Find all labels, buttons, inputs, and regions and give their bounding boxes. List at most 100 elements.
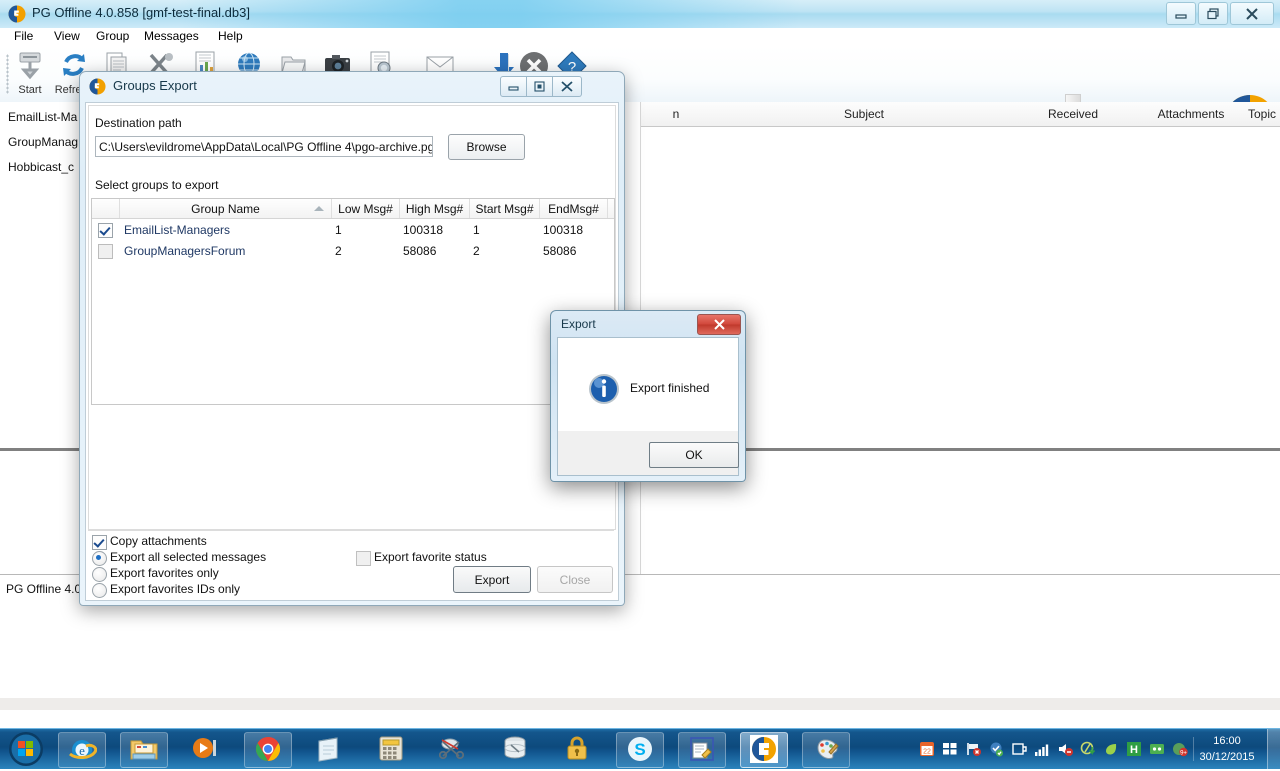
- groups-grid-header: Group Name Low Msg# High Msg# Start Msg#…: [92, 199, 614, 219]
- groups-export-window-controls: [500, 76, 582, 97]
- export-button[interactable]: Export: [453, 566, 531, 593]
- pg-offline-logo-icon: [89, 78, 106, 95]
- folder-explorer-icon: [129, 735, 159, 766]
- device-icon[interactable]: [1011, 741, 1027, 757]
- taskbar-item-calculator[interactable]: [368, 732, 414, 766]
- shield-leaf-icon[interactable]: [1103, 741, 1119, 757]
- clock-date: 30/12/2015: [1199, 751, 1255, 763]
- copy-attachments-label: Copy attachments: [110, 534, 207, 548]
- table-row[interactable]: EmailList-Managers 1 100318 1 100318: [92, 220, 614, 241]
- list-item[interactable]: Hobbicast_c: [8, 160, 74, 174]
- main-window-controls: [1166, 2, 1274, 25]
- export-all-selected-radio[interactable]: [92, 551, 107, 566]
- copy-attachments-checkbox[interactable]: [92, 535, 107, 550]
- grid-column-low-msg[interactable]: Low Msg#: [332, 199, 400, 218]
- menu-item-help[interactable]: Help: [212, 28, 249, 44]
- letter-h-icon[interactable]: H: [1126, 741, 1142, 757]
- flag-error-icon[interactable]: [965, 741, 981, 757]
- grid-column-group-name[interactable]: Group Name: [120, 199, 332, 218]
- menu-item-file[interactable]: File: [8, 28, 39, 44]
- taskbar-item-snipping-tool[interactable]: [430, 732, 476, 766]
- taskbar-item-paint[interactable]: [802, 732, 850, 768]
- download-arrow-icon[interactable]: [1080, 741, 1096, 757]
- internet-explorer-icon: e: [67, 734, 98, 767]
- menu-item-group[interactable]: Group: [90, 28, 135, 44]
- show-desktop-button[interactable]: [1267, 729, 1280, 769]
- window-bottom-edge: [0, 698, 1280, 710]
- main-title-bar: PG Offline 4.0.858 [gmf-test-final.db3]: [0, 0, 1280, 29]
- cell-group-name: EmailList-Managers: [124, 223, 231, 237]
- pg-offline-logo-icon: [8, 5, 26, 23]
- taskbar-item-notepad[interactable]: [306, 732, 352, 766]
- windows-taskbar: e S 22 H 9+ 16:00 30/12/2015: [0, 728, 1280, 769]
- menu-item-messages[interactable]: Messages: [138, 28, 205, 44]
- volume-muted-icon[interactable]: [1057, 741, 1073, 757]
- export-settings-group: Destination path C:\Users\evildrome\AppD…: [88, 105, 616, 530]
- ok-button[interactable]: OK: [649, 442, 739, 468]
- cell-high-msg: 100318: [403, 223, 444, 237]
- messenger-badge-icon[interactable]: 9+: [1172, 741, 1188, 757]
- minimize-icon[interactable]: [1166, 2, 1196, 25]
- media-player-icon: [191, 734, 219, 765]
- taskbar-item-google-chrome[interactable]: [244, 732, 292, 768]
- close-icon[interactable]: [697, 314, 741, 335]
- restore-icon[interactable]: [1198, 2, 1228, 25]
- taskbar-item-file-explorer[interactable]: [120, 732, 168, 768]
- cell-start-msg: 2: [473, 244, 480, 258]
- grid-column-checkbox[interactable]: [92, 199, 120, 218]
- main-menu-bar: File View Group Messages Help: [0, 28, 1280, 46]
- column-header-topic[interactable]: Topic: [1236, 102, 1280, 127]
- export-favorite-status-checkbox[interactable]: [356, 551, 371, 566]
- maximize-icon[interactable]: [527, 76, 553, 97]
- pg-offline-logo-icon: [750, 734, 778, 766]
- text-editor-icon: [688, 735, 716, 766]
- taskbar-item-keepass[interactable]: [554, 732, 600, 766]
- chrome-icon: [254, 735, 282, 766]
- export-all-selected-label: Export all selected messages: [110, 550, 267, 564]
- cell-group-name: GroupManagersForum: [124, 244, 246, 258]
- taskbar-clock[interactable]: 16:00 30/12/2015: [1192, 733, 1262, 765]
- svg-text:e: e: [79, 743, 85, 758]
- calendar-icon[interactable]: 22: [919, 741, 935, 757]
- windows-squares-icon[interactable]: [942, 741, 958, 757]
- row-checkbox[interactable]: [98, 244, 113, 259]
- taskbar-item-database-tool[interactable]: [492, 732, 538, 766]
- list-item[interactable]: GroupManag: [8, 135, 78, 149]
- minimize-icon[interactable]: [500, 76, 527, 97]
- windows-start-orb-icon[interactable]: [2, 730, 50, 768]
- close-icon[interactable]: [1230, 2, 1274, 25]
- table-row[interactable]: GroupManagersForum 2 58086 2 58086: [92, 241, 614, 262]
- grid-column-high-msg[interactable]: High Msg#: [400, 199, 470, 218]
- taskbar-item-pg-offline[interactable]: [740, 732, 788, 768]
- start-button-label: Start: [18, 84, 42, 96]
- taskbar-item-internet-explorer[interactable]: e: [58, 732, 106, 768]
- column-header-attachments[interactable]: Attachments: [1146, 102, 1237, 127]
- status-text: PG Offline 4.0: [6, 582, 82, 596]
- information-icon: [588, 373, 620, 405]
- start-button[interactable]: Start: [8, 50, 52, 98]
- row-checkbox[interactable]: [98, 223, 113, 238]
- export-message-box: Export Export finished OK: [550, 310, 746, 482]
- screen-icon[interactable]: [1149, 741, 1165, 757]
- close-icon[interactable]: [553, 76, 582, 97]
- menu-item-view[interactable]: View: [48, 28, 86, 44]
- taskbar-item-text-editor[interactable]: [678, 732, 726, 768]
- taskbar-item-media-player[interactable]: [182, 732, 228, 766]
- close-button: Close: [537, 566, 613, 593]
- browse-button[interactable]: Browse: [448, 134, 525, 160]
- sort-ascending-icon: [314, 206, 324, 211]
- scissors-icon: [438, 734, 467, 765]
- groups-export-body: Destination path C:\Users\evildrome\AppD…: [85, 102, 619, 601]
- signal-bars-icon[interactable]: [1034, 741, 1050, 757]
- column-header-subject[interactable]: Subject: [728, 102, 1001, 127]
- grid-column-start-msg[interactable]: Start Msg#: [470, 199, 540, 218]
- sync-ok-icon[interactable]: [988, 741, 1004, 757]
- cell-low-msg: 1: [335, 223, 342, 237]
- destination-path-label: Destination path: [95, 116, 182, 130]
- destination-path-input[interactable]: C:\Users\evildrome\AppData\Local\PG Offl…: [95, 136, 433, 157]
- grid-column-end-msg[interactable]: EndMsg#: [540, 199, 608, 218]
- taskbar-item-skype[interactable]: S: [616, 732, 664, 768]
- column-header-received[interactable]: Received: [1000, 102, 1147, 127]
- page-title: PG Offline 4.0.858 [gmf-test-final.db3]: [32, 5, 250, 20]
- list-item[interactable]: EmailList-Ma: [8, 110, 77, 124]
